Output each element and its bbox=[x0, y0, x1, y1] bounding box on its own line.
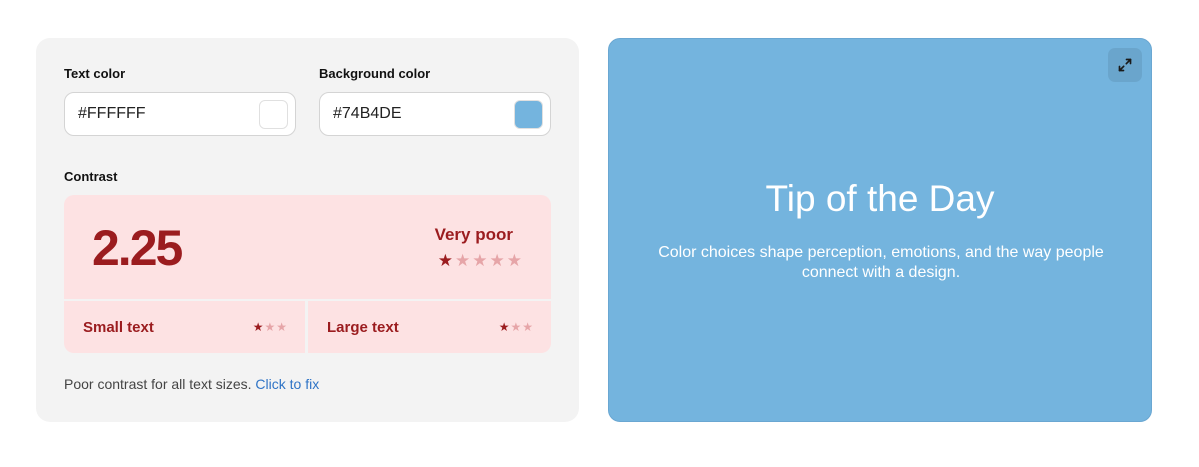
large-text-stars: ★★★ bbox=[499, 320, 534, 334]
color-settings-panel: Text color #FFFFFF Background color #74B… bbox=[36, 38, 579, 422]
star-empty-icon: ★ bbox=[522, 320, 534, 334]
large-text-label: Large text bbox=[327, 319, 399, 336]
text-color-label: Text color bbox=[64, 66, 126, 81]
contrast-footnote: Poor contrast for all text sizes. Click … bbox=[64, 376, 319, 392]
star-empty-icon: ★ bbox=[489, 251, 507, 270]
large-text-rating: Large text ★★★ bbox=[308, 301, 551, 353]
contrast-rating-stars: ★★★★★ bbox=[438, 251, 524, 271]
preview-title: Tip of the Day bbox=[765, 178, 995, 219]
small-text-stars: ★★★ bbox=[253, 320, 288, 334]
star-empty-icon: ★ bbox=[510, 320, 523, 334]
star-empty-icon: ★ bbox=[264, 320, 277, 334]
star-empty-icon: ★ bbox=[472, 251, 490, 270]
star-filled-icon: ★ bbox=[252, 320, 265, 334]
contrast-result: 2.25 Very poor ★★★★★ Small text ★★★ Larg… bbox=[64, 195, 551, 353]
preview-card: Tip of the Day Color choices shape perce… bbox=[608, 38, 1152, 422]
background-color-field[interactable]: #74B4DE bbox=[319, 92, 551, 136]
text-color-field[interactable]: #FFFFFF bbox=[64, 92, 296, 136]
background-color-value[interactable]: #74B4DE bbox=[333, 105, 402, 123]
footnote-message: Poor contrast for all text sizes. bbox=[64, 376, 252, 392]
star-filled-icon: ★ bbox=[498, 320, 511, 334]
small-text-label: Small text bbox=[83, 319, 154, 336]
contrast-summary: 2.25 Very poor ★★★★★ bbox=[64, 195, 551, 299]
text-color-value[interactable]: #FFFFFF bbox=[78, 105, 146, 123]
contrast-ratio: 2.25 bbox=[92, 220, 183, 276]
expand-button[interactable] bbox=[1108, 48, 1142, 82]
background-color-swatch[interactable] bbox=[514, 100, 543, 129]
star-empty-icon: ★ bbox=[506, 251, 524, 270]
star-filled-icon: ★ bbox=[437, 251, 455, 270]
preview-body: Color choices shape perception, emotions… bbox=[658, 244, 1104, 281]
text-color-swatch[interactable] bbox=[259, 100, 288, 129]
expand-icon bbox=[1118, 58, 1132, 72]
background-color-label: Background color bbox=[319, 66, 431, 81]
small-text-rating: Small text ★★★ bbox=[64, 301, 305, 353]
star-empty-icon: ★ bbox=[455, 251, 473, 270]
star-empty-icon: ★ bbox=[276, 320, 288, 334]
click-to-fix-link[interactable]: Click to fix bbox=[255, 376, 319, 392]
contrast-label: Contrast bbox=[64, 169, 118, 184]
contrast-rating-label: Very poor bbox=[434, 225, 513, 244]
